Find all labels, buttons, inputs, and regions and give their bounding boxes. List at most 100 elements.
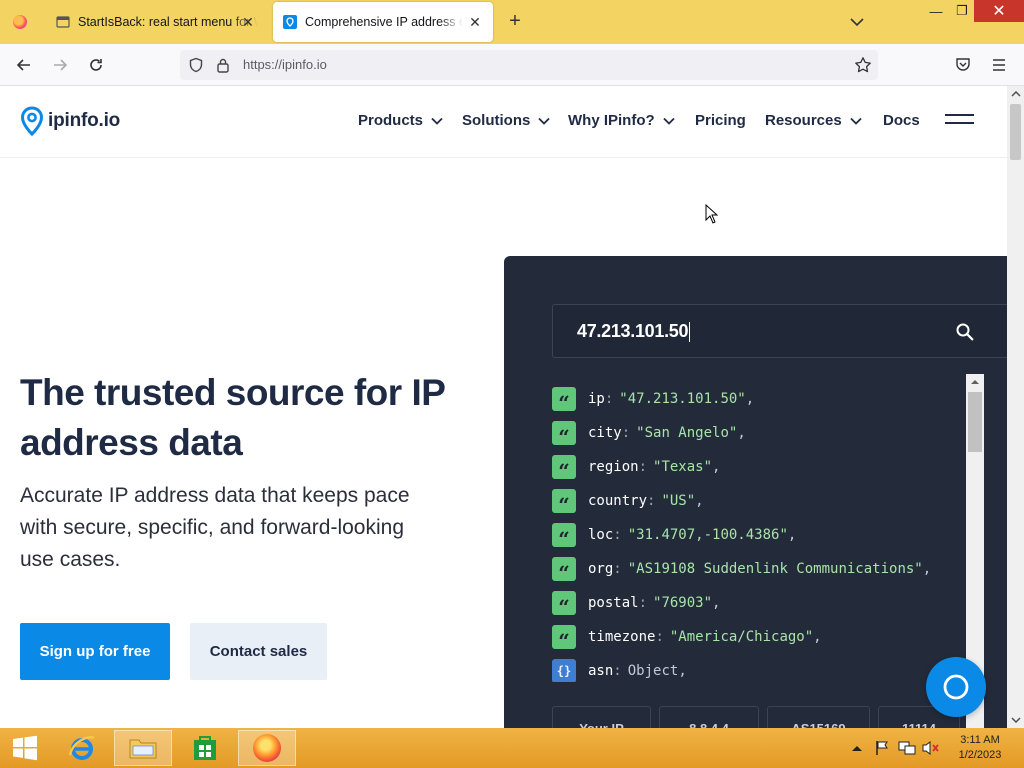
quote-icon: “ bbox=[552, 523, 576, 549]
text-caret bbox=[689, 322, 691, 343]
forward-button[interactable] bbox=[47, 53, 73, 77]
taskbar-store[interactable] bbox=[176, 730, 234, 766]
hero-title: The trusted source for IP address data bbox=[20, 372, 445, 463]
nav-pricing[interactable]: Pricing bbox=[695, 112, 746, 129]
taskbar-internet-explorer[interactable] bbox=[53, 730, 111, 766]
lock-icon[interactable] bbox=[216, 57, 230, 73]
json-key: ip bbox=[588, 391, 605, 407]
firefox-view-button[interactable] bbox=[8, 10, 32, 34]
quote-icon: “ bbox=[552, 455, 576, 481]
tracking-protection-shield-icon[interactable] bbox=[188, 57, 204, 73]
ipinfo-favicon-icon bbox=[283, 15, 297, 29]
json-key: region bbox=[588, 459, 639, 475]
close-tab-icon[interactable]: ✕ bbox=[240, 2, 268, 42]
hamburger-menu-icon[interactable] bbox=[945, 114, 975, 128]
json-row-country: “ country: "US", bbox=[552, 484, 962, 518]
pocket-icon[interactable] bbox=[954, 56, 972, 74]
nav-label: Products bbox=[358, 112, 424, 129]
chip-ip-example[interactable]: 8.8.4.4 bbox=[659, 706, 759, 728]
ip-query-text: 47.213.101.50 bbox=[577, 321, 689, 341]
nav-why-ipinfo[interactable]: Why IPinfo? bbox=[568, 112, 675, 129]
firefox-icon bbox=[13, 15, 27, 29]
windows-logo-icon bbox=[13, 735, 37, 761]
tab-ipinfo[interactable]: Comprehensive IP address data ✕ bbox=[273, 2, 493, 42]
search-icon[interactable] bbox=[955, 322, 975, 342]
minimize-button[interactable]: — bbox=[922, 0, 950, 22]
json-row-city: “ city: "San Angelo", bbox=[552, 416, 962, 450]
site-logo[interactable]: ipinfo.io bbox=[20, 106, 120, 136]
tab-title: StartIsBack: real start menu for W bbox=[78, 15, 258, 29]
location-pin-logo-icon bbox=[20, 106, 44, 136]
hero-subtitle: Accurate IP address data that keeps pace… bbox=[20, 484, 410, 571]
json-row-postal: “ postal: "76903", bbox=[552, 586, 962, 620]
scroll-down-arrow-icon[interactable] bbox=[1007, 712, 1024, 728]
show-hidden-icons-chevron-icon[interactable] bbox=[851, 744, 863, 752]
close-tab-icon[interactable]: ✕ bbox=[467, 14, 483, 30]
json-key: country bbox=[588, 493, 648, 509]
scroll-thumb[interactable] bbox=[1010, 104, 1021, 160]
ip-search-input[interactable]: 47.213.101.50 bbox=[552, 304, 1007, 358]
restore-button[interactable]: ❐ bbox=[948, 0, 976, 22]
new-tab-button[interactable]: + bbox=[504, 11, 526, 33]
taskbar-file-explorer[interactable] bbox=[114, 730, 172, 766]
contact-sales-button[interactable]: Contact sales bbox=[190, 623, 327, 680]
store-icon bbox=[194, 736, 216, 760]
app-menu-icon[interactable] bbox=[990, 56, 1008, 74]
windows-taskbar: 3:11 AM 1/2/2023 bbox=[0, 728, 1024, 768]
start-button[interactable] bbox=[0, 730, 50, 766]
json-value: "31.4707,-100.4386" bbox=[627, 527, 788, 543]
back-button[interactable] bbox=[11, 53, 37, 77]
scroll-thumb[interactable] bbox=[968, 392, 982, 452]
reload-button[interactable] bbox=[83, 53, 109, 77]
network-icon[interactable] bbox=[898, 740, 916, 756]
nav-solutions[interactable]: Solutions bbox=[462, 112, 550, 129]
page-scrollbar[interactable] bbox=[1007, 86, 1024, 728]
folder-icon bbox=[129, 739, 157, 759]
nav-docs[interactable]: Docs bbox=[883, 112, 920, 129]
json-value: "47.213.101.50" bbox=[619, 391, 746, 407]
action-center-flag-icon[interactable] bbox=[874, 740, 890, 756]
json-row-ip: “ ip: "47.213.101.50", bbox=[552, 382, 962, 416]
tab-title: Comprehensive IP address data bbox=[305, 15, 463, 29]
firefox-icon bbox=[253, 734, 281, 762]
web-page: ipinfo.io Products Solutions Why IPinfo?… bbox=[0, 86, 1007, 728]
nav-resources[interactable]: Resources bbox=[765, 112, 862, 129]
brand-name: ipinfo.io bbox=[48, 110, 121, 131]
ip-lookup-panel: 47.213.101.50 “ ip: "47.213.101.50", “ c… bbox=[504, 256, 1007, 728]
back-arrow-icon bbox=[16, 59, 30, 71]
scroll-up-arrow-icon[interactable] bbox=[1007, 86, 1024, 102]
nav-label: Docs bbox=[883, 112, 920, 129]
quote-icon: “ bbox=[552, 591, 576, 617]
json-key: org bbox=[588, 561, 614, 577]
json-key: city bbox=[588, 425, 622, 441]
close-window-button[interactable]: ✕ bbox=[974, 0, 1024, 22]
chevron-down-icon bbox=[663, 117, 675, 125]
browser-tab-strip: StartIsBack: real start menu for W Compr… bbox=[0, 0, 1024, 44]
quote-icon: “ bbox=[552, 387, 576, 413]
chip-your-ip[interactable]: Your IP bbox=[552, 706, 651, 728]
bookmark-star-icon[interactable] bbox=[854, 56, 872, 74]
json-row-loc: “ loc: "31.4707,-100.4386", bbox=[552, 518, 962, 552]
nav-products[interactable]: Products bbox=[358, 112, 443, 129]
json-value: "America/Chicago" bbox=[669, 629, 814, 645]
json-row-asn[interactable]: {} asn: Object, bbox=[552, 654, 962, 682]
quote-icon: “ bbox=[552, 489, 576, 515]
nav-label: Solutions bbox=[462, 112, 531, 129]
list-all-tabs-icon[interactable] bbox=[848, 14, 866, 30]
chevron-down-icon bbox=[431, 117, 443, 125]
clock-time: 3:11 AM bbox=[960, 734, 1000, 746]
chip-asn-example[interactable]: AS15169 bbox=[767, 706, 870, 728]
address-bar[interactable]: https://ipinfo.io bbox=[180, 50, 878, 80]
sign-up-button[interactable]: Sign up for free bbox=[20, 623, 170, 680]
forward-arrow-icon bbox=[54, 59, 68, 71]
volume-muted-icon[interactable] bbox=[922, 740, 940, 756]
quote-icon: “ bbox=[552, 421, 576, 447]
tab-startisback[interactable]: StartIsBack: real start menu for W bbox=[46, 2, 268, 42]
help-chat-button[interactable] bbox=[926, 657, 986, 717]
taskbar-firefox[interactable] bbox=[238, 730, 296, 766]
scroll-up-arrow-icon[interactable] bbox=[966, 374, 984, 390]
json-key: loc bbox=[588, 527, 614, 543]
system-clock[interactable]: 3:11 AM 1/2/2023 bbox=[948, 733, 1012, 763]
quote-icon: “ bbox=[552, 557, 576, 583]
lifebuoy-help-icon bbox=[943, 674, 969, 700]
